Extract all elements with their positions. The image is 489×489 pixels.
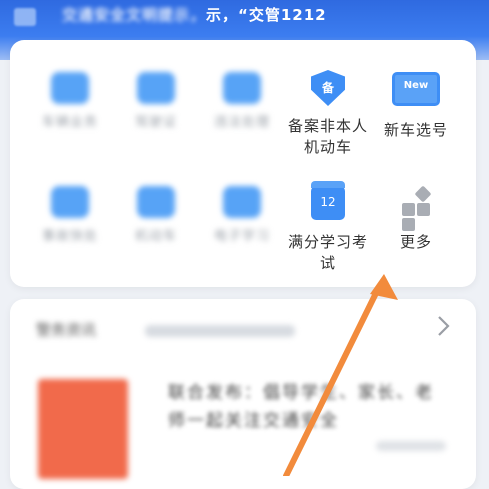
annotation-arrow xyxy=(283,274,398,476)
